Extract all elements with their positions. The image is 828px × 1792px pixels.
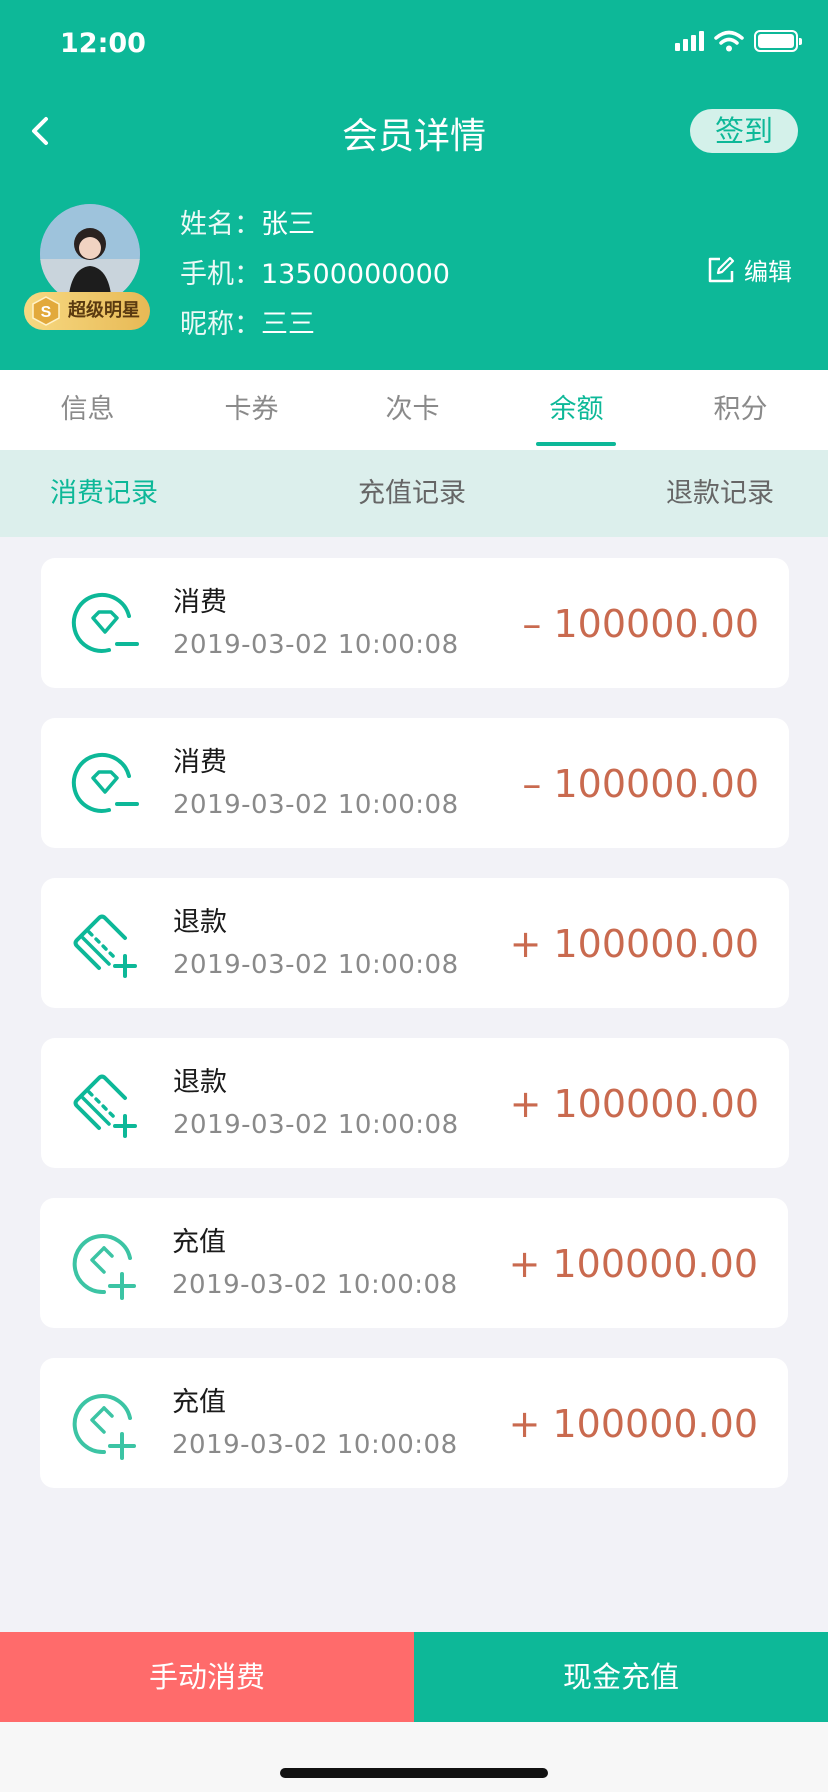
- sign-in-button[interactable]: 签到: [690, 109, 798, 153]
- member-info: 姓名：张三 手机：13500000000 昵称：三三: [180, 200, 450, 350]
- tab-active-indicator: [536, 442, 616, 446]
- tag-plus-icon: [72, 1234, 136, 1300]
- signal-icon: [675, 31, 704, 51]
- badge-label: 超级明星: [68, 300, 140, 321]
- record-time: 2019-03-02 10:00:08: [173, 630, 459, 660]
- record-time: 2019-03-02 10:00:08: [173, 1110, 459, 1140]
- member-profile: S 超级明星 姓名：张三 手机：13500000000 昵称：三三 编辑: [0, 200, 828, 350]
- tab-info[interactable]: 信息: [5, 370, 170, 450]
- record-amount: + 100000.00: [509, 1082, 759, 1126]
- diamond-minus-icon: [71, 752, 139, 813]
- member-header: 12:00 会员详情 签到 S 超级明星 姓名：张三 手机：1350000000…: [0, 0, 828, 370]
- diamond-minus-icon: [71, 592, 139, 653]
- status-time: 12:00: [60, 28, 146, 59]
- record-type: 充值: [172, 1387, 226, 1418]
- name-label: 姓名：: [180, 209, 261, 240]
- svg-text:S: S: [41, 304, 52, 321]
- home-indicator-area: [0, 1722, 828, 1792]
- edit-label: 编辑: [744, 258, 792, 286]
- tab-coupons[interactable]: 卡券: [169, 370, 334, 450]
- cash-recharge-button[interactable]: 现金充值: [414, 1632, 828, 1722]
- tab-balance[interactable]: 余额: [494, 370, 659, 450]
- tag-plus-icon: [72, 1394, 136, 1460]
- subtab-recharge[interactable]: 充值记录: [358, 450, 466, 537]
- home-indicator[interactable]: [280, 1768, 548, 1778]
- edit-icon: [708, 256, 735, 282]
- record-amount: – 100000.00: [522, 762, 759, 806]
- subtab-refund[interactable]: 退款记录: [666, 450, 774, 537]
- record-amount: + 100000.00: [508, 1242, 758, 1286]
- record-time: 2019-03-02 10:00:08: [172, 1270, 458, 1300]
- record-amount: + 100000.00: [509, 922, 759, 966]
- subtab-consumption[interactable]: 消费记录: [50, 450, 158, 537]
- nickname-label: 昵称：: [180, 309, 261, 340]
- avatar[interactable]: [40, 204, 140, 304]
- record-amount: + 100000.00: [508, 1402, 758, 1446]
- record-filter-bar: 消费记录 充值记录 退款记录: [0, 450, 828, 537]
- phone-value: 13500000000: [261, 259, 450, 290]
- record-time: 2019-03-02 10:00:08: [173, 790, 459, 820]
- battery-icon: [754, 30, 802, 52]
- status-bar: 12:00: [0, 0, 828, 90]
- record-type: 消费: [173, 587, 227, 618]
- record-type: 充值: [172, 1227, 226, 1258]
- record-type: 消费: [173, 747, 227, 778]
- record-time: 2019-03-02 10:00:08: [172, 1430, 458, 1460]
- list-item[interactable]: 退款 2019-03-02 10:00:08 + 100000.00: [41, 878, 789, 1008]
- action-bar: 手动消费 现金充值: [0, 1632, 828, 1722]
- manual-consume-button[interactable]: 手动消费: [0, 1632, 414, 1722]
- vip-badge: S 超级明星: [24, 292, 150, 330]
- navigation-bar: 会员详情 签到: [0, 95, 828, 165]
- nickname-row: 昵称：三三: [180, 300, 450, 350]
- name-row: 姓名：张三: [180, 200, 450, 250]
- tab-bar: 信息 卡券 次卡 余额 积分: [0, 370, 828, 450]
- list-item[interactable]: 充值 2019-03-02 10:00:08 + 100000.00: [40, 1358, 788, 1488]
- edit-button[interactable]: 编辑: [706, 252, 792, 287]
- phone-row: 手机：13500000000: [180, 250, 450, 300]
- record-type: 退款: [173, 907, 227, 938]
- star-level-icon: S: [32, 296, 60, 326]
- phone-label: 手机：: [180, 259, 261, 290]
- status-icons: [675, 30, 802, 52]
- tab-points[interactable]: 积分: [658, 370, 823, 450]
- nickname-value: 三三: [261, 309, 315, 340]
- list-item[interactable]: 退款 2019-03-02 10:00:08 + 100000.00: [41, 1038, 789, 1168]
- list-item[interactable]: 消费 2019-03-02 10:00:08 – 100000.00: [41, 558, 789, 688]
- list-item[interactable]: 充值 2019-03-02 10:00:08 + 100000.00: [40, 1198, 788, 1328]
- card-plus-icon: [73, 1074, 137, 1138]
- record-time: 2019-03-02 10:00:08: [173, 950, 459, 980]
- record-type: 退款: [173, 1067, 227, 1098]
- tab-punch-card[interactable]: 次卡: [330, 370, 495, 450]
- record-amount: – 100000.00: [522, 602, 759, 646]
- list-item[interactable]: 消费 2019-03-02 10:00:08 – 100000.00: [41, 718, 789, 848]
- wifi-icon: [714, 30, 744, 52]
- name-value: 张三: [261, 209, 315, 240]
- card-plus-icon: [73, 914, 137, 978]
